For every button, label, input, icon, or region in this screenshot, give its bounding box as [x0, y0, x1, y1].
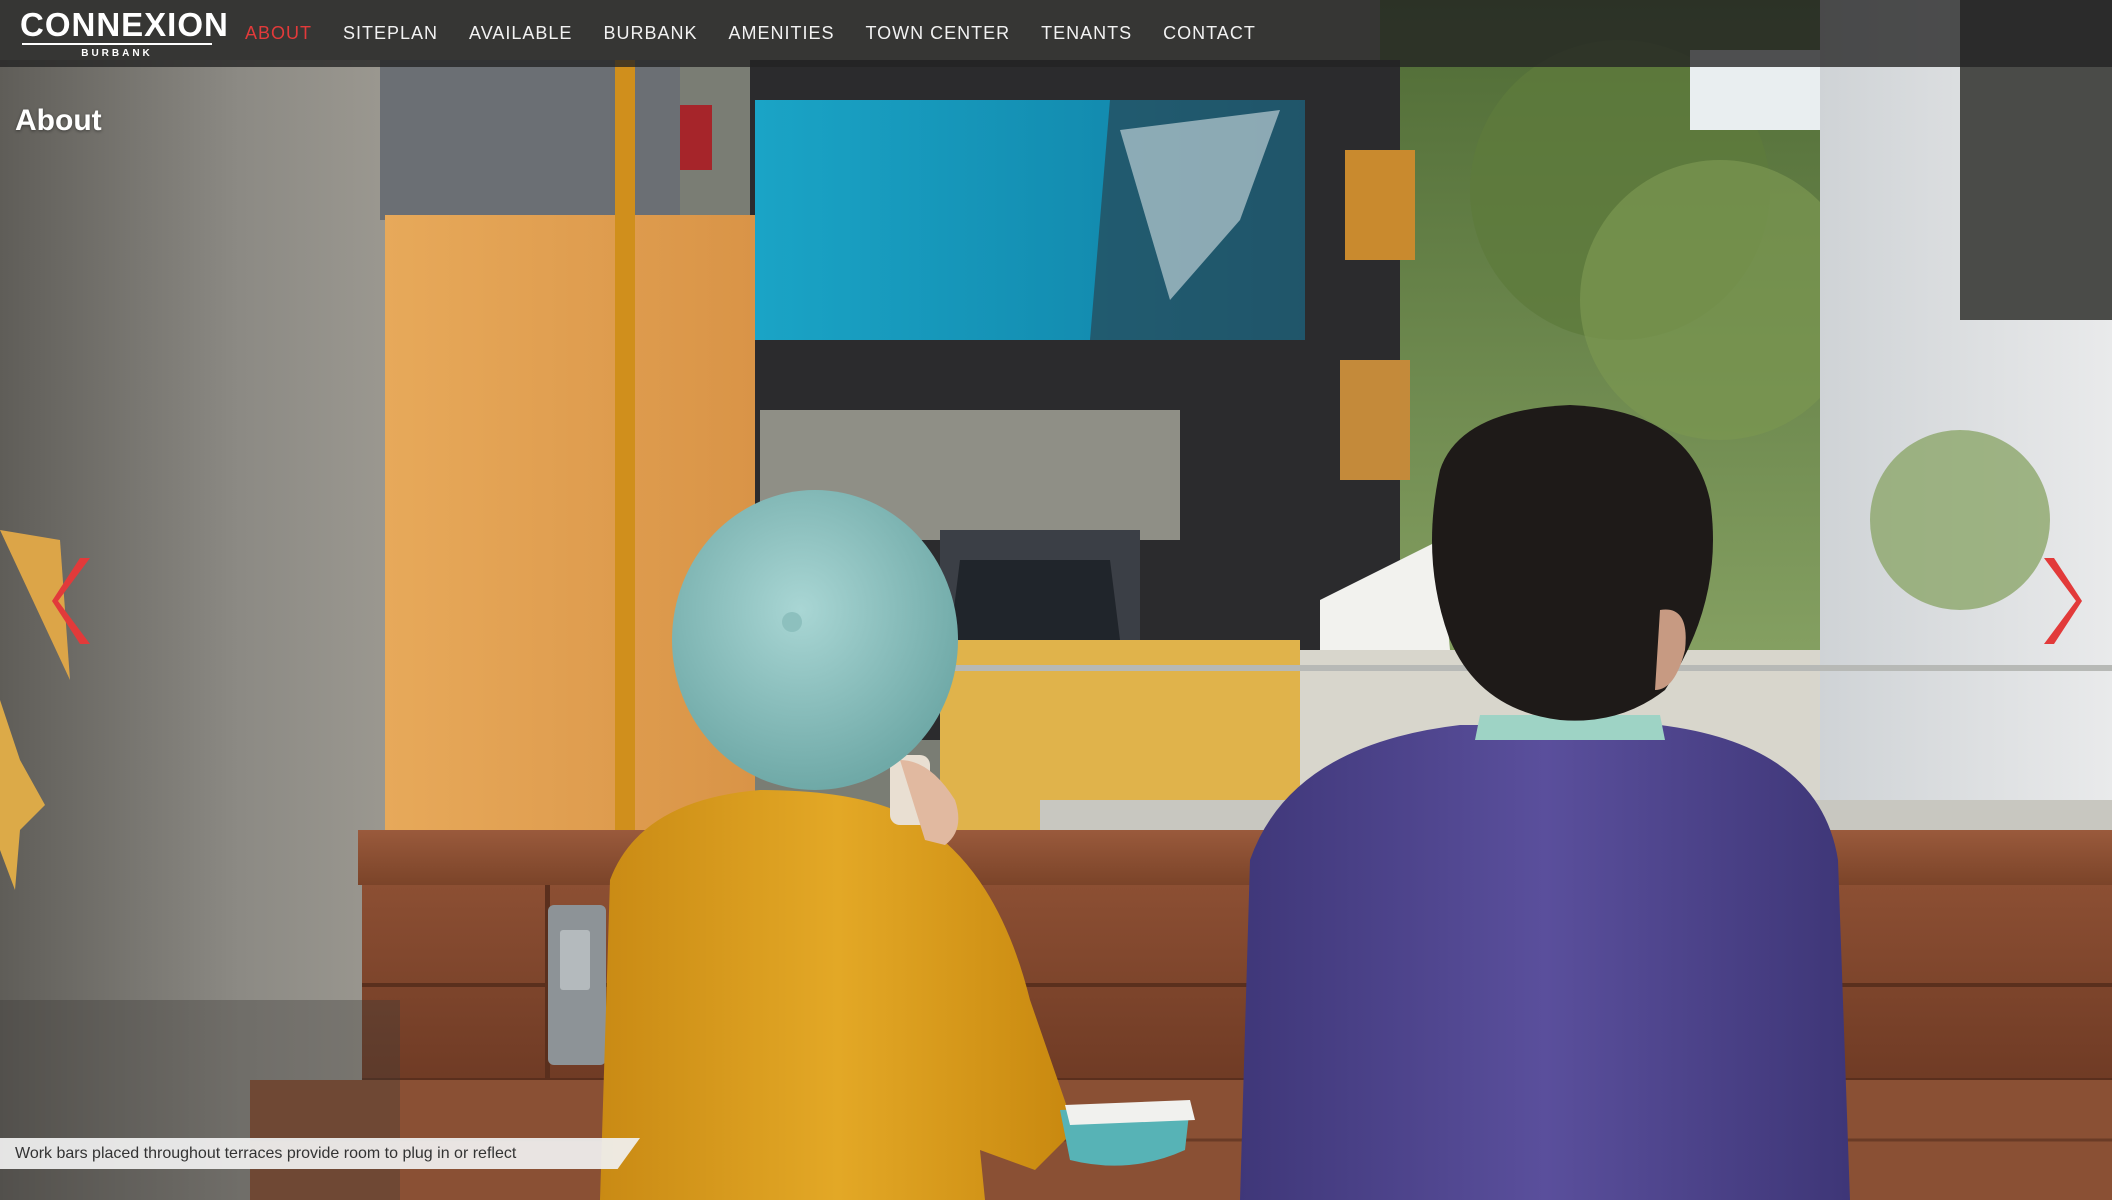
logo-divider [22, 43, 212, 45]
logo-wordmark: CONNEXION [20, 6, 229, 43]
nav-item-available[interactable]: AVAILABLE [469, 23, 572, 44]
chevron-left-icon [52, 558, 90, 644]
page-title: About [15, 104, 102, 137]
nav-item-about[interactable]: ABOUT [245, 23, 312, 44]
chevron-right-icon [2044, 558, 2082, 644]
main-menu: ABOUT SITEPLAN AVAILABLE BURBANK AMENITI… [245, 0, 1287, 67]
nav-item-burbank[interactable]: BURBANK [603, 23, 697, 44]
slide-caption-text: Work bars placed throughout terraces pro… [15, 1144, 517, 1162]
nav-item-town-center[interactable]: TOWN CENTER [865, 23, 1010, 44]
nav-item-tenants[interactable]: TENANTS [1041, 23, 1132, 44]
nav-item-siteplan[interactable]: SITEPLAN [343, 23, 438, 44]
nav-item-amenities[interactable]: AMENITIES [728, 23, 834, 44]
next-slide-button[interactable] [2036, 556, 2084, 646]
hero-slide-image [0, 0, 2112, 1200]
logo-subtitle: BURBANK [81, 48, 153, 59]
terrace-photo [0, 0, 2112, 1200]
top-navigation-bar: CONNEXION BURBANK ABOUT SITEPLAN AVAILAB… [0, 0, 2112, 67]
site-logo[interactable]: CONNEXION BURBANK [20, 6, 229, 60]
previous-slide-button[interactable] [50, 556, 98, 646]
slide-caption: Work bars placed throughout terraces pro… [0, 1138, 640, 1169]
nav-item-contact[interactable]: CONTACT [1163, 23, 1256, 44]
